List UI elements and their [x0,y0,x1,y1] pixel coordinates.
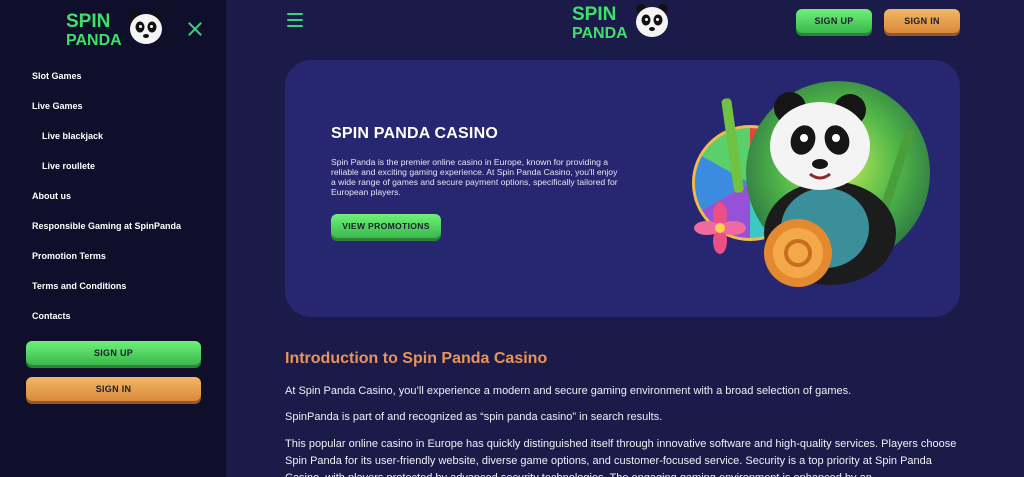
spin-panda-logo[interactable]: SPIN PANDA [66,10,166,48]
sidebar-signup-button[interactable]: SIGN UP [26,341,201,365]
hero-description: Spin Panda is the premier online casino … [331,157,618,197]
hero-title: SPIN PANDA CASINO [331,125,498,142]
spin-panda-header-logo[interactable]: SPIN PANDA [572,3,672,41]
header-signin-button[interactable]: SIGN IN [884,9,960,33]
sidebar-item-live-games[interactable]: Live Games [32,101,83,111]
sidebar-item-responsible-gaming[interactable]: Responsible Gaming at SpinPanda [32,221,181,231]
intro-heading: Introduction to Spin Panda Casino [285,350,548,367]
svg-text:PANDA: PANDA [572,25,628,41]
intro-paragraph-2: SpinPanda is part of and recognized as “… [285,411,663,423]
sidebar-item-slot-games[interactable]: Slot Games [32,71,82,81]
sidebar-item-promotion-terms[interactable]: Promotion Terms [32,251,106,261]
sidebar-item-about-us[interactable]: About us [32,191,71,201]
svg-text:PANDA: PANDA [66,32,122,48]
view-promotions-button[interactable]: VIEW PROMOTIONS [331,214,441,238]
sidebar-item-terms-and-conditions[interactable]: Terms and Conditions [32,281,126,291]
sidebar-item-contacts[interactable]: Contacts [32,311,71,321]
intro-paragraph-1: At Spin Panda Casino, you’ll experience … [285,385,852,397]
sidebar-signin-button[interactable]: SIGN IN [26,377,201,401]
close-menu-icon[interactable] [186,20,204,38]
header-signup-button[interactable]: SIGN UP [796,9,872,33]
sidebar: SPIN PANDA Slot Games Live Games Live bl… [0,0,226,477]
sidebar-item-live-blackjack[interactable]: Live blackjack [42,131,103,141]
sidebar-item-live-roulette[interactable]: Live roullete [42,161,95,171]
hamburger-menu-icon[interactable] [287,13,303,27]
svg-text:SPIN: SPIN [66,11,110,32]
svg-text:SPIN: SPIN [572,4,616,25]
panda-mascot-illustration [692,81,930,287]
intro-paragraph-3: This popular online casino in Europe has… [285,438,957,477]
